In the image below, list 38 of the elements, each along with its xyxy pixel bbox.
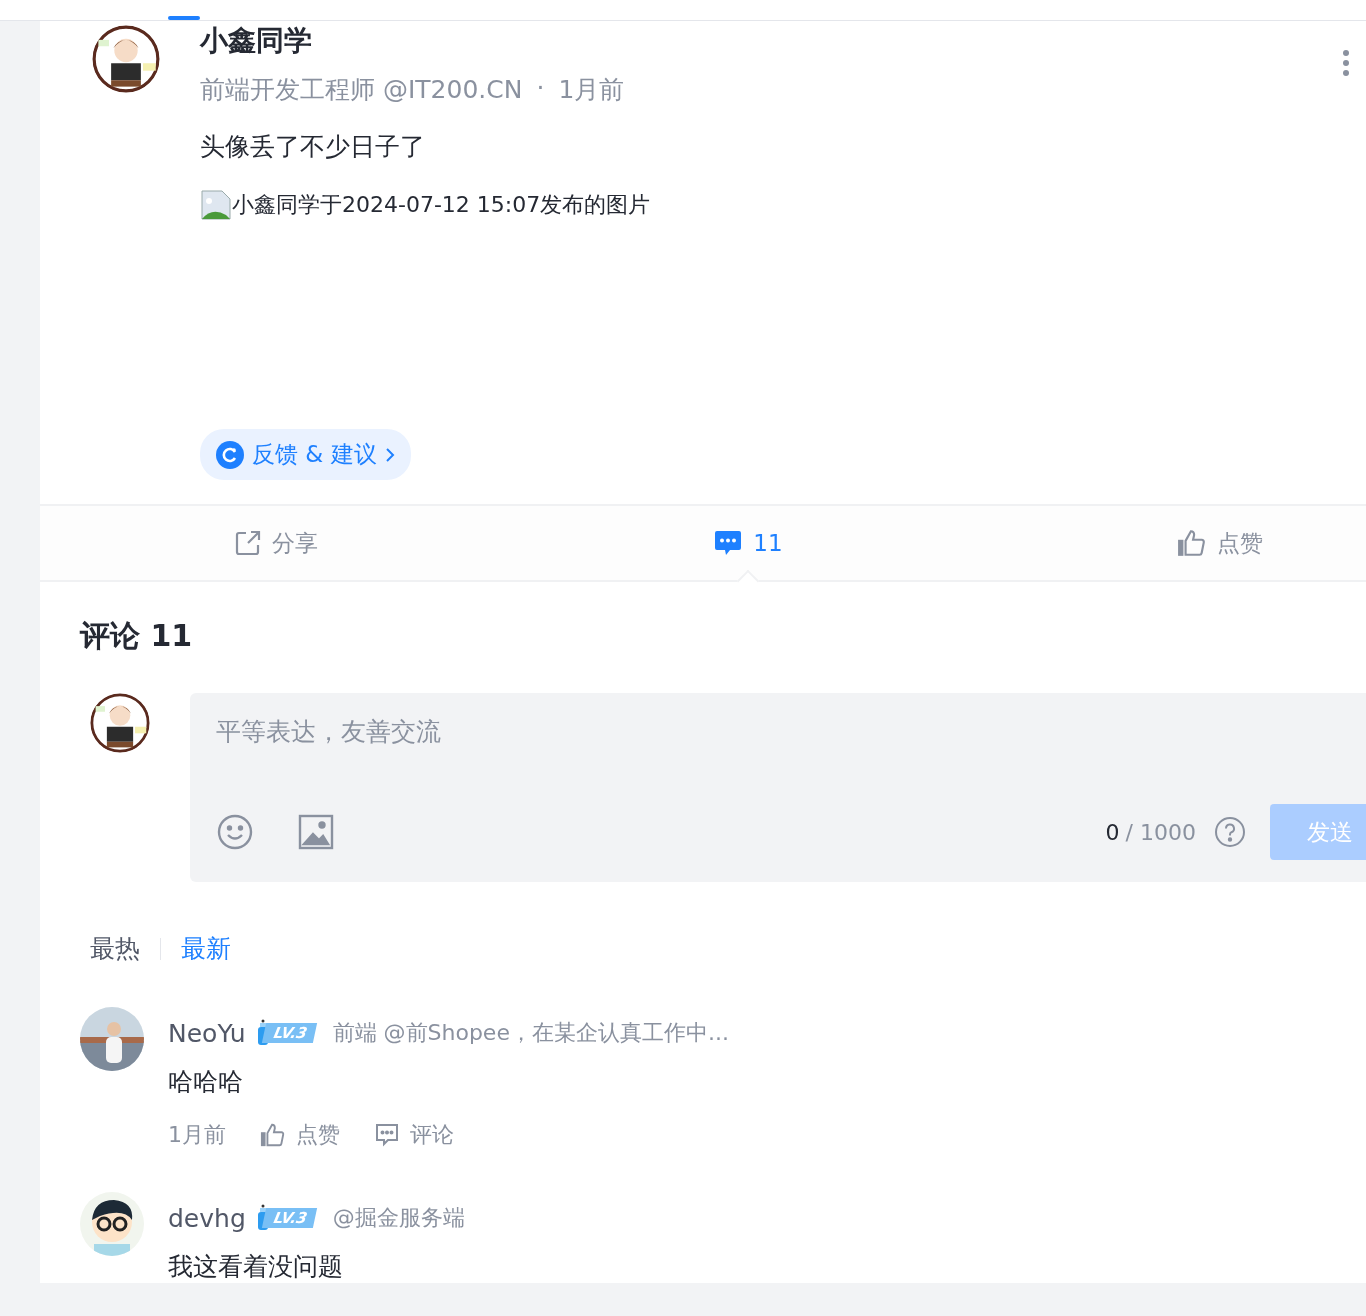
user-name[interactable]: NeoYu — [168, 1018, 246, 1048]
sort-tab[interactable]: 最新 — [181, 932, 251, 965]
comment-text: 哈哈哈 — [168, 1066, 244, 1098]
feedback-button[interactable]: 反馈 & 建议 — [200, 429, 411, 480]
level-badge: LV.3 — [261, 1208, 317, 1228]
char-count: 0 — [1105, 819, 1120, 845]
post-text: 头像丢了不少日子了 — [200, 131, 426, 163]
dot-separator: · — [536, 73, 545, 104]
help-icon[interactable] — [1214, 816, 1246, 848]
image-alt-text: 小鑫同学于2024-07-12 15:07发布的图片 — [232, 191, 651, 219]
broken-image-icon — [200, 189, 232, 221]
share-icon — [234, 529, 262, 557]
like-button[interactable]: 点赞 — [1171, 526, 1269, 560]
image-icon[interactable] — [298, 814, 334, 850]
thumbs-up-icon — [260, 1122, 286, 1148]
post-time: 1月前 — [558, 74, 625, 106]
like-button[interactable]: 点赞 — [260, 1120, 340, 1150]
reply-button[interactable]: 评论 — [374, 1120, 454, 1150]
comment-time: 1月前 — [168, 1121, 226, 1149]
user-bio: 前端 @前Shopee，在某企认真工作中... — [332, 1019, 729, 1047]
more-icon[interactable] — [1342, 49, 1350, 77]
share-button[interactable]: 分享 — [228, 526, 324, 560]
speech-bubble-icon — [374, 1122, 400, 1148]
author-name[interactable]: 小鑫同学 — [200, 23, 651, 59]
user-name[interactable]: devhg — [168, 1203, 246, 1233]
sort-tab[interactable]: 最热 — [90, 932, 160, 965]
emoji-icon[interactable] — [216, 813, 254, 851]
user-bio: @掘金服务端 — [332, 1204, 465, 1232]
chevron-right-icon — [384, 446, 395, 463]
comment-text: 我这看着没问题 — [168, 1251, 344, 1283]
char-limit: / 1000 — [1125, 819, 1196, 845]
comments-title: 评论 11 — [80, 618, 193, 653]
level-badge: LV.3 — [261, 1023, 317, 1043]
comment-button[interactable]: 11 — [707, 527, 789, 559]
author-title: 前端开发工程师 @IT200.CN — [200, 74, 523, 106]
thumbs-up-icon — [1177, 528, 1207, 558]
refresh-icon — [216, 440, 244, 469]
tab-indicator — [168, 16, 200, 20]
